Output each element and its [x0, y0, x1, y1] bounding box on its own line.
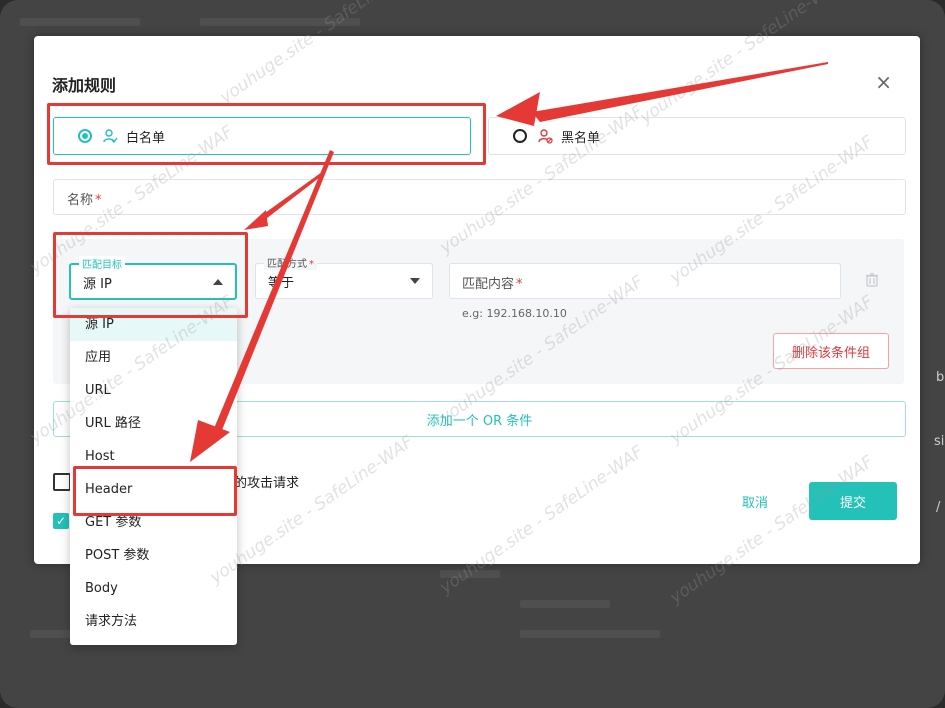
menu-item-post-params[interactable]: POST 参数 [70, 539, 237, 572]
name-label: 名称 * [67, 193, 102, 208]
match-operator-select[interactable]: 匹配方式 * 等于 [255, 255, 433, 299]
screen-frame: b si / 添加规则 × 白名单 黑名单 名称 * 匹配目标 源 IP 匹配方… [0, 0, 945, 708]
radio-unchecked-icon [513, 129, 527, 143]
match-target-select[interactable]: 匹配目标 源 IP [69, 256, 237, 300]
log-attack-label: 的攻击请求 [234, 476, 300, 491]
close-icon[interactable]: × [875, 72, 892, 92]
log-attack-checkbox[interactable] [53, 473, 71, 491]
submit-button[interactable]: 提交 [809, 482, 897, 520]
blacklist-option[interactable]: 黑名单 [488, 117, 906, 155]
enabled-checkbox[interactable]: ✓ [53, 513, 69, 529]
menu-item-app[interactable]: 应用 [70, 341, 237, 374]
menu-item-header[interactable]: Header [70, 473, 237, 506]
match-operator-value: 等于 [268, 276, 295, 291]
match-target-value: 源 IP [83, 277, 112, 292]
blurred-text [20, 18, 140, 26]
match-target-dropdown: 源 IP 应用 URL URL 路径 Host Header GET 参数 PO… [70, 308, 237, 645]
trash-icon[interactable] [866, 273, 878, 287]
user-block-icon [538, 129, 553, 144]
whitelist-option[interactable]: 白名单 [53, 117, 471, 155]
background-text: si [934, 434, 945, 449]
match-content-hint: e.g: 192.168.10.10 [462, 307, 567, 320]
dialog-title: 添加规则 [52, 76, 117, 95]
blurred-text [440, 570, 500, 578]
name-input[interactable]: 名称 * [53, 179, 906, 215]
background-text: / [936, 500, 941, 515]
chevron-up-icon [213, 279, 223, 285]
menu-item-source-ip[interactable]: 源 IP [70, 308, 237, 341]
whitelist-label: 白名单 [126, 130, 166, 146]
blacklist-label: 黑名单 [561, 130, 601, 146]
menu-item-url-path[interactable]: URL 路径 [70, 407, 237, 440]
chevron-down-icon [410, 278, 420, 284]
user-check-icon [103, 129, 118, 144]
menu-item-get-params[interactable]: GET 参数 [70, 506, 237, 539]
blurred-text [200, 18, 360, 26]
background-text: b [936, 370, 945, 385]
cancel-button[interactable]: 取消 [742, 492, 768, 511]
match-content-placeholder: 匹配内容 * [462, 277, 523, 292]
blurred-text [520, 630, 660, 638]
delete-condition-group-button[interactable]: 删除该条件组 [773, 333, 889, 369]
menu-item-url[interactable]: URL [70, 374, 237, 407]
menu-item-body[interactable]: Body [70, 572, 237, 605]
blurred-text [520, 600, 610, 608]
menu-item-request-method[interactable]: 请求方法 [70, 605, 237, 638]
radio-checked-icon [78, 129, 92, 143]
match-content-input[interactable]: 匹配内容 * [449, 263, 841, 299]
match-operator-label: 匹配方式 * [264, 255, 317, 270]
menu-item-host[interactable]: Host [70, 440, 237, 473]
match-target-label: 匹配目标 [79, 256, 125, 271]
